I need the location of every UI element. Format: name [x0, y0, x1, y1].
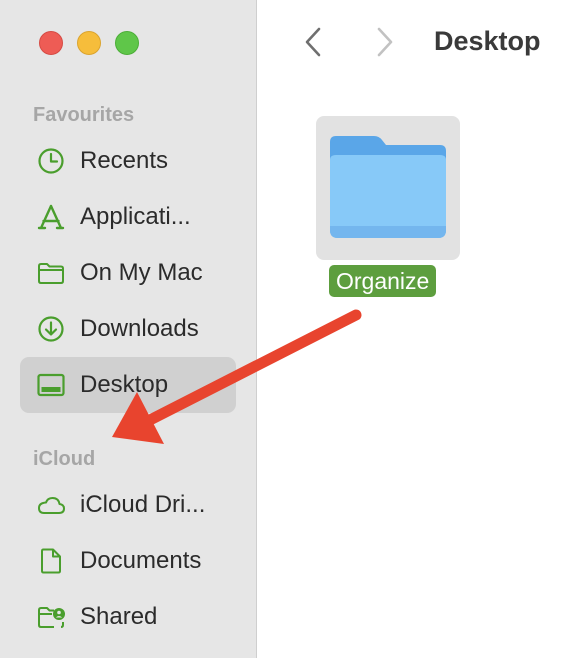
- sidebar-item-label: iCloud Dri...: [80, 491, 206, 518]
- sidebar-item-applications[interactable]: Applicati...: [20, 189, 236, 245]
- sidebar-item-shared[interactable]: Shared: [20, 589, 236, 645]
- close-window-button[interactable]: [39, 31, 63, 55]
- sidebar-item-desktop[interactable]: Desktop: [20, 357, 236, 413]
- cloud-icon: [36, 490, 66, 520]
- sidebar-item-label: Recents: [80, 147, 169, 174]
- window-controls: [39, 31, 139, 55]
- minimize-window-button[interactable]: [77, 31, 101, 55]
- chevron-right-icon: [377, 27, 393, 57]
- folder-name-editor[interactable]: Organize: [329, 265, 437, 297]
- sidebar-item-label: Documents: [80, 547, 202, 574]
- sidebar-item-label: Applicati...: [80, 203, 191, 230]
- sidebar-item-on-my-mac[interactable]: On My Mac: [20, 245, 236, 301]
- clock-icon: [36, 146, 66, 176]
- desktop-icon: [36, 370, 66, 400]
- sidebar-item-label: On My Mac: [80, 259, 203, 286]
- download-icon: [36, 314, 66, 344]
- sidebar-item-recents[interactable]: Recents: [20, 133, 236, 189]
- sidebar-item-label: Desktop: [80, 371, 169, 398]
- sidebar-item-label: Shared: [80, 603, 158, 630]
- document-icon: [36, 546, 66, 576]
- back-button[interactable]: [298, 24, 328, 60]
- sidebar-item-icloud-drive[interactable]: iCloud Dri...: [20, 477, 236, 533]
- folder-icon: [330, 136, 446, 238]
- window-title: Desktop: [434, 26, 541, 56]
- folder-item-organize[interactable]: [316, 116, 460, 260]
- sidebar: Favourites Recents Applicati... On My Ma…: [0, 0, 257, 658]
- sidebar-item-label: Downloads: [80, 315, 199, 342]
- sidebar-section-icloud: iCloud: [33, 448, 96, 470]
- forward-button[interactable]: [370, 24, 400, 60]
- sidebar-section-favourites: Favourites: [33, 104, 135, 126]
- zoom-window-button[interactable]: [115, 31, 139, 55]
- shared-folder-icon: [36, 602, 66, 632]
- sidebar-item-documents[interactable]: Documents: [20, 533, 236, 589]
- folder-icon: [36, 258, 66, 288]
- chevron-left-icon: [305, 27, 321, 57]
- sidebar-item-downloads[interactable]: Downloads: [20, 301, 236, 357]
- applications-icon: [36, 202, 66, 232]
